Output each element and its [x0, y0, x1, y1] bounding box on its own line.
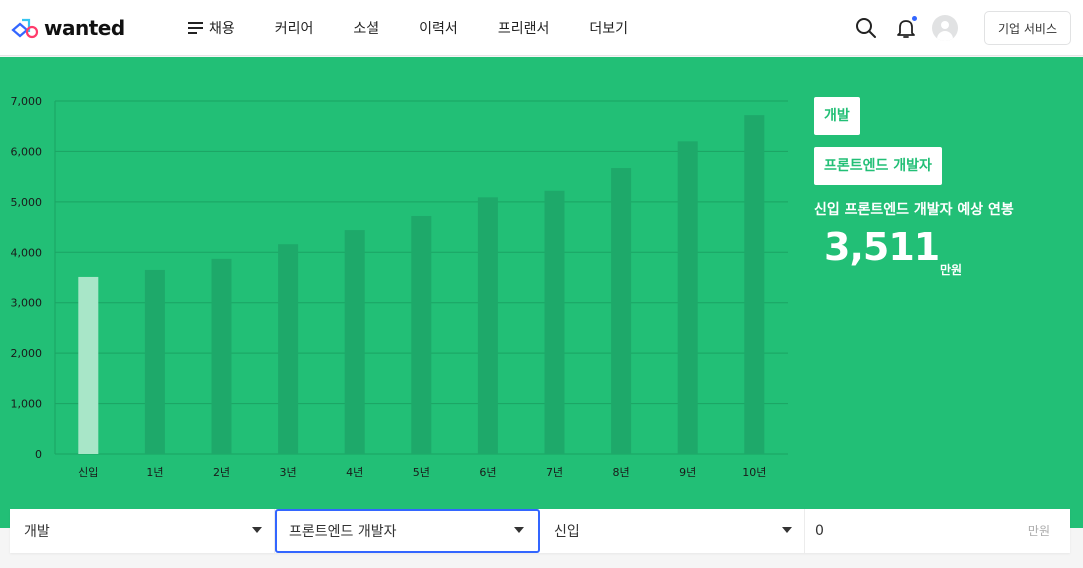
nav-item-label: 소셜: [353, 21, 380, 37]
y-tick-label: 2,000: [11, 347, 43, 360]
x-tick-label: 6년: [479, 466, 496, 479]
nav-item-freelancer[interactable]: 프리랜서: [498, 18, 550, 38]
chevron-down-icon: [782, 527, 792, 533]
x-tick-label: 4년: [346, 466, 363, 479]
bar-3년[interactable]: [278, 244, 299, 454]
chevron-down-icon: [252, 527, 262, 533]
x-tick-label: 10년: [742, 466, 766, 479]
job-tag[interactable]: 프론트엔드 개발자: [814, 147, 942, 185]
nav-item-label: 더보기: [589, 21, 628, 37]
bar-10년[interactable]: [744, 115, 765, 454]
nav-item-more[interactable]: 더보기: [589, 18, 628, 38]
notification-dot: [911, 16, 917, 21]
nav-item-career[interactable]: 커리어: [275, 18, 314, 38]
business-service-button[interactable]: 기업 서비스: [983, 11, 1071, 45]
bar-4년[interactable]: [344, 230, 365, 454]
x-tick-label: 1년: [146, 466, 163, 479]
avatar[interactable]: [931, 15, 958, 41]
x-tick-label: 5년: [413, 466, 430, 479]
category-tag[interactable]: 개발: [814, 97, 860, 135]
top-header: wanted 채용 커리어 소셜 이력서 프리랜서 더보기 기업 서비스: [0, 0, 1083, 56]
y-tick-label: 7,000: [11, 95, 43, 108]
x-tick-label: 신입: [78, 466, 98, 479]
x-tick-label: 2년: [213, 466, 230, 479]
salary-hero: 0 1,000 2,000 3,000 4,000 5,000 6,000 7,000 신입 1…: [0, 57, 1083, 528]
x-tick-label: 9년: [679, 466, 696, 479]
notification-button[interactable]: [894, 16, 918, 40]
x-tick-label: 7년: [546, 466, 563, 479]
bar-2년[interactable]: [211, 258, 232, 454]
salary-input-wrap: 만원: [805, 509, 1070, 553]
x-tick-label: 8년: [613, 466, 630, 479]
chevron-down-icon: [514, 527, 524, 533]
y-tick-label: 1,000: [11, 398, 43, 411]
y-tick-label: 5,000: [11, 196, 43, 209]
category-select[interactable]: 개발: [10, 509, 275, 553]
salary-subtitle: 신입 프론트엔드 개발자 예상 연봉: [814, 202, 1014, 218]
main-nav: 채용 커리어 소셜 이력서 프리랜서 더보기: [188, 0, 668, 56]
search-button[interactable]: [854, 16, 878, 40]
logo-text: wanted: [44, 16, 125, 40]
salary-chart: 0 1,000 2,000 3,000 4,000 5,000 6,000 7,000 신입 1…: [11, 95, 788, 479]
wanted-logo-icon: [11, 18, 39, 39]
bar-5년[interactable]: [411, 215, 432, 454]
y-tick-label: 4,000: [11, 246, 43, 259]
nav-item-jobs[interactable]: 채용: [188, 18, 235, 38]
nav-item-label: 이력서: [419, 21, 458, 37]
salary-input[interactable]: [815, 523, 995, 539]
user-icon: [940, 21, 949, 29]
salary-unit: 만원: [940, 263, 963, 277]
nav-item-label: 채용: [209, 21, 235, 37]
salary-value: 3,511: [824, 225, 940, 269]
nav-item-label: 커리어: [274, 21, 314, 37]
job-select-value: 프론트엔드 개발자: [289, 524, 397, 540]
menu-icon: [188, 19, 203, 37]
header-tools: 기업 서비스: [854, 0, 1071, 56]
y-tick-label: 3,000: [11, 297, 43, 310]
nav-item-resume[interactable]: 이력서: [419, 18, 458, 38]
bar-1년[interactable]: [144, 269, 165, 454]
bar-신입[interactable]: [78, 276, 99, 454]
bar-6년[interactable]: [477, 197, 498, 454]
job-select[interactable]: 프론트엔드 개발자: [275, 509, 540, 553]
salary-input-unit: 만원: [1027, 524, 1050, 538]
bar-8년[interactable]: [611, 168, 632, 454]
nav-item-social[interactable]: 소셜: [353, 18, 379, 38]
bar-9년[interactable]: [677, 141, 698, 454]
experience-select[interactable]: 신입: [540, 509, 805, 553]
y-tick-label: 0: [35, 448, 42, 461]
category-select-value: 개발: [24, 524, 50, 540]
x-tick-label: 3년: [280, 466, 297, 479]
y-tick-label: 6,000: [11, 145, 43, 158]
filter-bar: 개발 프론트엔드 개발자 신입 만원: [10, 509, 1070, 553]
wanted-logo[interactable]: wanted: [10, 14, 125, 42]
salary-summary: 개발 프론트엔드 개발자 신입 프론트엔드 개발자 예상 연봉 3,511 만원: [814, 97, 1014, 277]
search-icon: [855, 18, 876, 38]
experience-select-value: 신입: [554, 524, 580, 540]
nav-item-label: 프리랜서: [497, 21, 550, 37]
bar-7년[interactable]: [544, 190, 565, 454]
